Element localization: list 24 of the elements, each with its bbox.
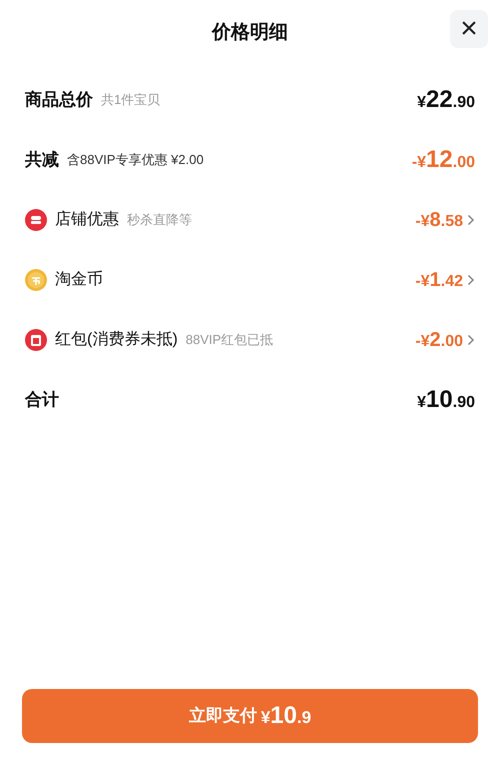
row-note: 秒杀直降等 <box>127 211 192 230</box>
shop-icon <box>25 209 47 231</box>
chevron-right-icon[interactable] <box>467 214 475 226</box>
price-amount: -¥2.00 <box>415 328 463 353</box>
coin-icon <box>25 269 47 291</box>
row-note: 88VIP红包已抵 <box>186 331 274 350</box>
price-amount: -¥1.42 <box>415 268 463 293</box>
row-note: 含88VIP专享优惠 ¥2.00 <box>67 151 204 170</box>
row-label: 共减 <box>25 149 59 172</box>
price-amount: -¥8.58 <box>415 208 463 233</box>
price-amount: ¥22.90 <box>417 85 475 115</box>
price-amount: -¥12.00 <box>412 145 475 175</box>
chevron-right-icon[interactable] <box>467 334 475 346</box>
close-button[interactable]: × <box>450 10 488 48</box>
row-label: 店铺优惠 <box>55 210 119 230</box>
chevron-right-icon[interactable] <box>467 274 475 286</box>
sheet-title: 价格明细 <box>212 20 288 45</box>
row-label: 商品总价 <box>25 89 93 112</box>
envelope-icon <box>25 329 47 351</box>
row-note: 共1件宝贝 <box>101 91 160 110</box>
row-label: 合计 <box>25 389 59 412</box>
price-amount: ¥10.90 <box>417 385 475 415</box>
row-label: 红包(消费券未抵) <box>55 330 178 350</box>
row-label: 淘金币 <box>55 270 103 290</box>
